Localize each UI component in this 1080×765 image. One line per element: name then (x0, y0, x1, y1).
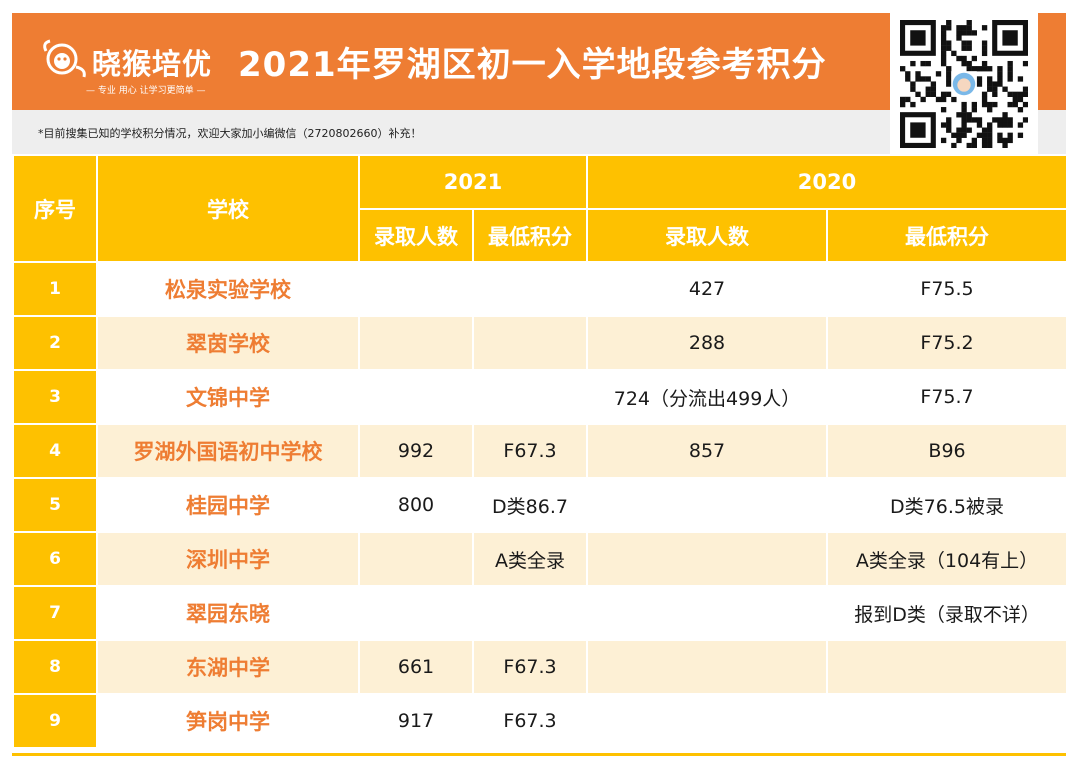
table-row: 9 笋岗中学 917 F67.3 (12, 693, 1069, 749)
brand-slogan: — 专业 用心 让学习更简单 — (86, 86, 206, 96)
row-admitted-2020 (586, 477, 829, 533)
row-index: 3 (12, 369, 98, 425)
row-min-score-2021: F67.3 (471, 423, 589, 479)
header-index: 序号 (12, 154, 98, 263)
header-school: 学校 (96, 154, 360, 263)
brand-name: 晓猴培优 (92, 47, 213, 81)
table-row: 2 翠茵学校 288 F75.2 (12, 315, 1069, 371)
monkey-logo-icon (43, 39, 86, 78)
row-min-score-2020: F75.7 (826, 369, 1069, 425)
row-admitted-2021: 992 (358, 423, 474, 479)
row-index: 9 (12, 693, 98, 749)
row-min-score-2020: B96 (826, 423, 1069, 479)
row-admitted-2020: 857 (586, 423, 829, 479)
row-admitted-2020 (586, 585, 829, 641)
row-min-score-2020: F75.2 (826, 315, 1069, 371)
row-min-score-2020: F75.5 (826, 261, 1069, 317)
row-min-score-2021: D类86.7 (471, 477, 589, 533)
row-admitted-2021: 917 (358, 693, 474, 749)
row-admitted-2020: 724（分流出499人） (586, 369, 829, 425)
table-row: 1 松泉实验学校 427 F75.5 (12, 261, 1069, 317)
row-min-score-2020 (826, 639, 1069, 695)
row-admitted-2020: 288 (586, 315, 829, 371)
header-min-score-2021: 最低积分 (471, 208, 589, 263)
table-row: 8 东湖中学 661 F67.3 (12, 639, 1069, 695)
table-row: 3 文锦中学 724（分流出499人） F75.7 (12, 369, 1069, 425)
row-admitted-2021 (358, 261, 474, 317)
row-min-score-2020 (826, 693, 1069, 749)
header-admitted-2021: 录取人数 (358, 208, 474, 263)
header-min-score-2020: 最低积分 (826, 208, 1069, 263)
row-admitted-2020 (586, 531, 829, 587)
row-school: 松泉实验学校 (96, 261, 360, 317)
row-school: 翠园东晓 (96, 585, 360, 641)
row-school: 文锦中学 (96, 369, 360, 425)
brand-logo: 晓猴培优 — 专业 用心 让学习更简单 — (42, 35, 242, 105)
row-index: 1 (12, 261, 98, 317)
row-school: 深圳中学 (96, 531, 360, 587)
row-index: 5 (12, 477, 98, 533)
row-index: 7 (12, 585, 98, 641)
row-min-score-2021 (471, 369, 589, 425)
row-index: 2 (12, 315, 98, 371)
table-row: 7 翠园东晓 报到D类（录取不详） (12, 585, 1069, 641)
row-admitted-2020 (586, 639, 829, 695)
header-year-2020: 2020 (586, 154, 1069, 210)
row-admitted-2021 (358, 369, 474, 425)
row-school: 东湖中学 (96, 639, 360, 695)
table-row: 4 罗湖外国语初中学校 992 F67.3 857 B96 (12, 423, 1069, 479)
row-school: 翠茵学校 (96, 315, 360, 371)
table-row: 5 桂园中学 800 D类86.7 D类76.5被录 (12, 477, 1069, 533)
row-admitted-2021 (358, 585, 474, 641)
header-year-2021: 2021 (357, 154, 589, 210)
row-index: 8 (12, 639, 98, 695)
row-school: 罗湖外国语初中学校 (96, 423, 360, 479)
bottom-divider (12, 753, 1066, 756)
row-admitted-2020 (586, 693, 829, 749)
score-table: 序号 学校 2021 2020 录取人数 最低积分 录取人数 最低积分 1 松泉… (12, 154, 1069, 749)
row-min-score-2020: A类全录（104有上） (826, 531, 1069, 587)
row-min-score-2021: F67.3 (471, 693, 589, 749)
row-min-score-2020: 报到D类（录取不详） (826, 585, 1069, 641)
row-school: 笋岗中学 (96, 693, 360, 749)
row-min-score-2021 (471, 585, 589, 641)
row-min-score-2021: A类全录 (471, 531, 589, 587)
row-index: 6 (12, 531, 98, 587)
row-min-score-2021: F67.3 (471, 639, 589, 695)
row-min-score-2021 (471, 261, 589, 317)
row-admitted-2021 (358, 531, 474, 587)
notice-text: *目前搜集已知的学校积分情况，欢迎大家加小编微信（2720802660）补充！ (38, 127, 422, 140)
header-admitted-2020: 录取人数 (586, 208, 829, 263)
row-admitted-2020: 427 (586, 261, 829, 317)
row-index: 4 (12, 423, 98, 479)
table-row: 6 深圳中学 A类全录 A类全录（104有上） (12, 531, 1069, 587)
row-admitted-2021: 800 (358, 477, 474, 533)
row-admitted-2021 (358, 315, 474, 371)
page-title: 2021年罗湖区初一入学地段参考积分 (238, 45, 827, 85)
row-admitted-2021: 661 (358, 639, 474, 695)
qr-code-icon (900, 20, 1028, 148)
row-min-score-2021 (471, 315, 589, 371)
row-school: 桂园中学 (96, 477, 360, 533)
wechat-qr-code[interactable] (890, 12, 1038, 158)
row-min-score-2020: D类76.5被录 (826, 477, 1069, 533)
